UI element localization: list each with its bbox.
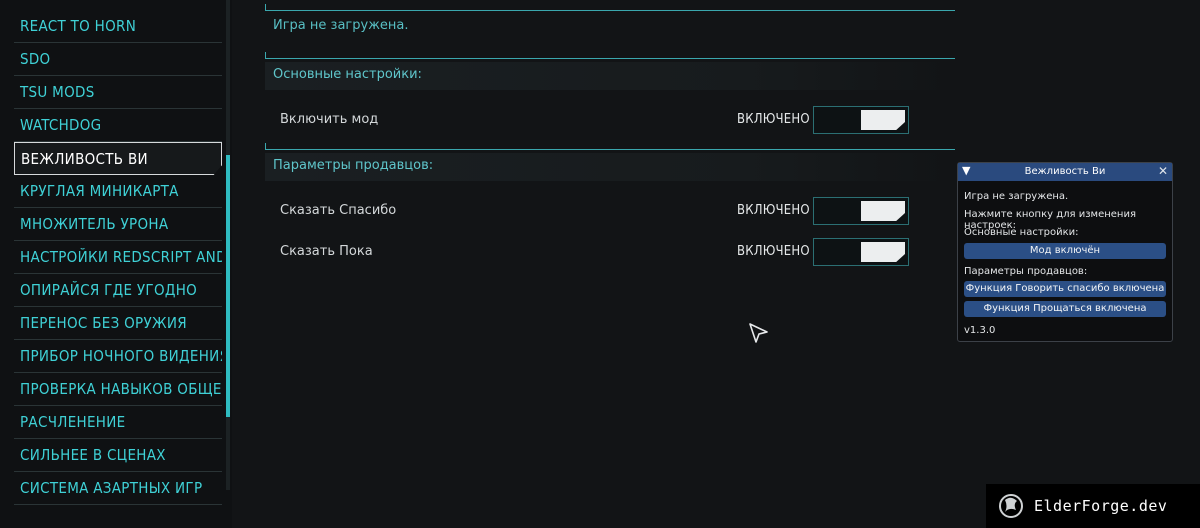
imgui-mod-window[interactable]: ▼ Вежливость Ви ✕ Игра не загружена. Наж…: [957, 162, 1173, 342]
toggle-knob: [861, 110, 905, 130]
sidebar-scrollbar-thumb[interactable]: [226, 155, 230, 417]
mod-list: REACT TO HORN SDO TSU MODS WATCHDOG ВЕЖЛ…: [14, 10, 222, 505]
mod-item-react-to-horn[interactable]: REACT TO HORN: [14, 10, 222, 43]
mod-item-proverka-navykov[interactable]: ПРОВЕРКА НАВЫКОВ ОБЩЕНИ: [14, 373, 222, 406]
setting-row-enable-mod: Включить мод ВКЛЮЧЕНО: [280, 106, 910, 134]
setting-label: Включить мод: [280, 112, 379, 127]
mod-list-sidebar: REACT TO HORN SDO TSU MODS WATCHDOG ВЕЖЛ…: [0, 0, 232, 528]
imgui-titlebar[interactable]: ▼ Вежливость Ви ✕: [958, 163, 1172, 181]
divider: [265, 143, 955, 150]
section-title-vendors: Параметры продавцов:: [273, 158, 434, 173]
say-thanks-button[interactable]: Функция Говорить спасибо включена: [964, 281, 1166, 297]
setting-state: ВКЛЮЧЕНО: [737, 203, 810, 218]
mod-item-nastroyki-redscript[interactable]: НАСТРОЙКИ REDSCRIPT AND: [14, 241, 222, 274]
mod-item-sistema-azartnyh-igr[interactable]: СИСТЕМА АЗАРТНЫХ ИГР: [14, 472, 222, 505]
mod-item-sdo[interactable]: SDO: [14, 43, 222, 76]
setting-row-say-bye: Сказать Пока ВКЛЮЧЕНО: [280, 238, 910, 266]
watermark-text: ElderForge.dev: [1034, 497, 1168, 515]
close-icon[interactable]: ✕: [1158, 164, 1168, 178]
mod-item-silnee-v-scenah[interactable]: СИЛЬНЕЕ В СЦЕНАХ: [14, 439, 222, 472]
settings-panel: Игра не загружена. Основные настройки: В…: [265, 0, 955, 528]
divider: [265, 52, 955, 59]
say-bye-toggle[interactable]: [813, 238, 909, 266]
mod-item-raschlenenie[interactable]: РАСЧЛЕНЕНИЕ: [14, 406, 222, 439]
imgui-basic-header: Основные настройки:: [964, 227, 1079, 238]
section-title-basic: Основные настройки:: [273, 67, 422, 82]
mouse-cursor-icon: [749, 323, 768, 343]
toggle-knob: [861, 201, 905, 221]
mod-item-opiraysya[interactable]: ОПИРАЙСЯ ГДЕ УГОДНО: [14, 274, 222, 307]
elderforge-logo-icon: [999, 494, 1023, 518]
mod-item-tsu-mods[interactable]: TSU MODS: [14, 76, 222, 109]
mod-item-vezhlivost-vi-selected[interactable]: ВЕЖЛИВОСТЬ ВИ: [14, 142, 222, 175]
watermark: ElderForge.dev: [986, 484, 1200, 528]
mod-item-pribor-nochnogo-videniya[interactable]: ПРИБОР НОЧНОГО ВИДЕНИЯ: [14, 340, 222, 373]
imgui-version-text: v1.3.0: [964, 325, 996, 336]
setting-state: ВКЛЮЧЕНО: [737, 112, 810, 127]
imgui-vendors-header: Параметры продавцов:: [964, 266, 1088, 277]
mod-item-watchdog[interactable]: WATCHDOG: [14, 109, 222, 142]
divider: [265, 4, 955, 11]
imgui-status-text: Игра не загружена.: [964, 191, 1069, 202]
say-bye-button[interactable]: Функция Прощаться включена: [964, 301, 1166, 317]
mod-enabled-button[interactable]: Мод включён: [964, 243, 1166, 259]
say-thanks-toggle[interactable]: [813, 197, 909, 225]
mod-item-kruglaya-minikarta[interactable]: КРУГЛАЯ МИНИКАРТА: [14, 175, 222, 208]
status-text: Игра не загружена.: [273, 18, 409, 33]
setting-label: Сказать Пока: [280, 244, 373, 259]
enable-mod-toggle[interactable]: [813, 106, 909, 134]
mod-item-mnozhitel-urona[interactable]: МНОЖИТЕЛЬ УРОНА: [14, 208, 222, 241]
mod-item-perenos-bez-oruzhiya[interactable]: ПЕРЕНОС БЕЗ ОРУЖИЯ: [14, 307, 222, 340]
setting-row-say-thanks: Сказать Спасибо ВКЛЮЧЕНО: [280, 197, 910, 225]
imgui-window-title: Вежливость Ви: [1024, 166, 1106, 177]
setting-label: Сказать Спасибо: [280, 203, 397, 218]
setting-state: ВКЛЮЧЕНО: [737, 244, 810, 259]
toggle-knob: [861, 242, 905, 262]
